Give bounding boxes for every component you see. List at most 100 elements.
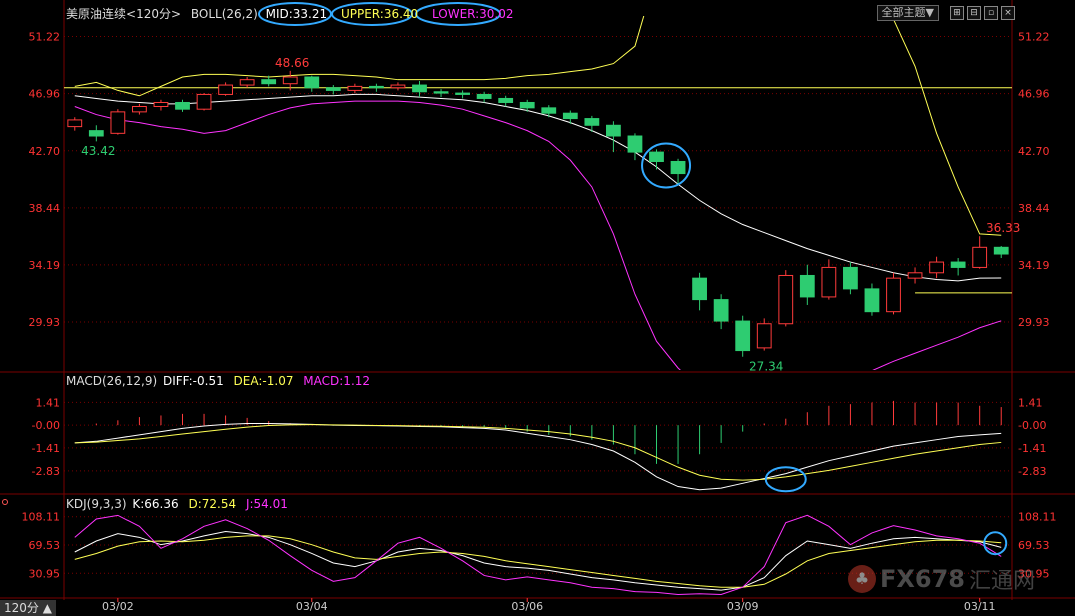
candle-body	[175, 101, 190, 110]
fx678-logo-icon: ♣	[848, 565, 876, 593]
candle-body	[713, 299, 729, 322]
candle-body	[606, 124, 621, 137]
y-tick-label-right: 108.11	[1018, 511, 1057, 524]
watermark-cn-text: 汇通网	[969, 569, 1036, 594]
candle-body	[304, 76, 320, 89]
y-tick-label-left: 51.22	[29, 31, 61, 44]
candle-body	[843, 266, 858, 290]
candle-body	[153, 101, 169, 108]
symbol-label: 美原油连续	[66, 7, 127, 21]
y-tick-label-right: 38.44	[1018, 202, 1050, 215]
y-tick-label-right: -1.41	[1018, 442, 1046, 455]
theme-select-button[interactable]: 全部主题▼	[876, 5, 939, 21]
y-tick-label-right: 42.70	[1018, 145, 1050, 158]
price-annotation: 27.34	[749, 360, 783, 374]
macd-hist-value: MACD:1.12	[303, 374, 371, 388]
y-tick-label-right: 46.96	[1018, 88, 1050, 101]
y-tick-label-left: 34.19	[29, 259, 61, 272]
candle-body	[993, 246, 1009, 255]
y-tick-label-left: 30.95	[29, 567, 61, 580]
x-tick-label: 03/06	[511, 600, 543, 613]
macd-header: MACD(26,12,9) DIFF:-0.51 DEA:-1.07 MACD:…	[66, 374, 370, 388]
boll-label: BOLL(26,2)	[190, 7, 258, 21]
y-tick-label-right: 69.53	[1018, 539, 1050, 552]
candle-body	[390, 84, 406, 89]
candle-body	[369, 85, 384, 89]
candle-body	[735, 320, 751, 352]
boll-mid-line	[74, 93, 1002, 282]
y-tick-label-right: 34.19	[1018, 259, 1050, 272]
watermark: ♣ FX678 汇通网	[848, 563, 1035, 595]
y-tick-label-right: 51.22	[1018, 31, 1050, 44]
candle-body	[562, 112, 578, 120]
candle-body	[886, 277, 901, 313]
y-tick-label-left: 42.70	[29, 145, 61, 158]
macd-dea-line	[74, 424, 1002, 481]
pane-marker-icon	[2, 499, 8, 505]
y-tick-label-left: 108.11	[22, 511, 61, 524]
boll-lower-line	[74, 100, 1002, 370]
boll-lower-value: LOWER:30.02	[432, 7, 514, 21]
candle-body	[670, 160, 686, 175]
candle-body	[239, 79, 255, 86]
candle-body	[325, 87, 341, 91]
candle-body	[950, 261, 966, 268]
candle-body	[929, 261, 944, 274]
price-annotation: 43.42	[81, 144, 115, 158]
candle-body	[972, 246, 988, 268]
kdj-j-value: J:54.01	[245, 497, 288, 511]
candle-body	[778, 274, 794, 325]
y-tick-label-right: -2.83	[1018, 465, 1046, 478]
candle-body	[692, 277, 707, 301]
boll-upper-line	[74, 16, 1002, 236]
candle-body	[218, 84, 233, 95]
x-tick-label: 03/02	[102, 600, 134, 613]
close-icon[interactable]: ×	[1001, 6, 1015, 20]
macd-cross-highlight	[764, 466, 807, 493]
candle-body	[864, 288, 880, 313]
y-tick-label-right: 29.93	[1018, 316, 1050, 329]
candle-body	[433, 91, 449, 94]
candle-body	[476, 93, 492, 99]
candle-body	[132, 106, 147, 113]
candle-body	[110, 111, 126, 134]
y-tick-label-left: 38.44	[29, 202, 61, 215]
macd-dea-value: DEA:-1.07	[233, 374, 294, 388]
period-tab[interactable]: 120分 ▲	[0, 600, 56, 616]
x-tick-label: 03/11	[964, 600, 996, 613]
kdj-header: KDJ(9,3,3) K:66.36 D:72.54 J:54.01	[66, 497, 288, 511]
candle-body	[455, 92, 470, 95]
kdj-k-value: K:66.36	[132, 497, 179, 511]
crosshair-icon[interactable]: ⊞	[950, 6, 964, 20]
chart-canvas: 51.22 51.22 46.96 46.96 42.70 42.70 38.44 38.44…	[0, 0, 1075, 613]
chart-toolbar: 全部主题▼ ⊞ ⊟ ▫ ×	[876, 5, 1015, 21]
kdj-cross-highlight	[983, 531, 1008, 556]
candle-body	[907, 272, 923, 279]
candle-body	[756, 323, 772, 349]
candle-body	[541, 107, 557, 114]
watermark-text: FX678	[880, 565, 965, 593]
candle-body	[799, 274, 815, 298]
candle-body	[584, 118, 600, 126]
kdj-label: KDJ(9,3,3)	[66, 497, 127, 511]
candle-body	[821, 266, 837, 298]
y-tick-label-left: 29.93	[29, 316, 61, 329]
candle-body	[649, 151, 664, 162]
restore-icon[interactable]: ⊟	[967, 6, 981, 20]
macd-diff-value: DIFF:-0.51	[162, 374, 224, 388]
y-tick-label-left: -0.00	[32, 419, 60, 432]
y-tick-label-left: 69.53	[29, 539, 61, 552]
y-tick-label-right: 1.41	[1018, 396, 1043, 409]
y-tick-label-left: 46.96	[29, 88, 61, 101]
kdj-d-value: D:72.54	[188, 497, 237, 511]
y-tick-label-left: -1.41	[32, 442, 60, 455]
window-icon[interactable]: ▫	[984, 6, 998, 20]
y-tick-label-left: -2.83	[32, 465, 60, 478]
boll-mid-value: MID:33.21	[265, 7, 328, 21]
x-tick-label: 03/04	[296, 600, 328, 613]
price-annotation: 48.66	[275, 56, 309, 70]
candle-body	[282, 76, 298, 85]
period-label: <120分>	[126, 7, 182, 21]
candle-body	[519, 101, 535, 109]
candle-body	[88, 130, 104, 137]
